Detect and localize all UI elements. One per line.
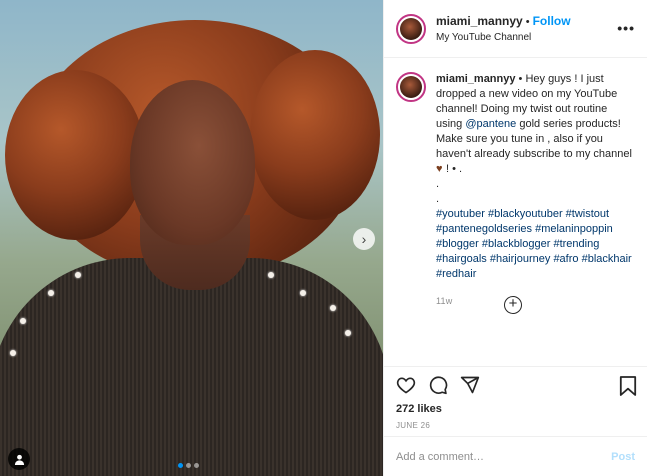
brown-heart-icon: ♥ [436, 163, 443, 175]
hair-shape-right [250, 50, 380, 220]
pearl [75, 272, 81, 278]
post-photo[interactable]: › [0, 0, 383, 476]
hashtag-link[interactable]: #blackblogger [482, 238, 551, 250]
post-side-panel: miami_mannyy • Follow My YouTube Channel •… [383, 0, 647, 476]
tagged-users-button[interactable] [8, 448, 30, 470]
caption-dot: . [436, 193, 440, 205]
hair-shape-left [5, 70, 145, 240]
pearl [10, 350, 16, 356]
header-username[interactable]: miami_mannyy [436, 14, 523, 28]
face-shape [130, 80, 255, 245]
caption-text: miami_mannyy • Hey guys ! I just dropped… [436, 72, 635, 282]
pearl [48, 290, 54, 296]
pearl [330, 305, 336, 311]
hashtag-link[interactable]: #melaninpoppin [535, 223, 613, 235]
hashtag-link[interactable]: #afro [553, 253, 578, 265]
hashtag-link[interactable]: #hairjourney [490, 253, 551, 265]
hashtag-link[interactable]: #blogger [436, 238, 479, 250]
chevron-right-icon: › [361, 231, 367, 247]
carousel-dot [194, 463, 199, 468]
post-viewer: › miami_mannyy • Follow My YouTube Channel… [0, 0, 647, 476]
hashtag-link[interactable]: #trending [553, 238, 599, 250]
comment-icon[interactable] [428, 375, 448, 395]
carousel-indicator [178, 463, 199, 468]
hashtags: #youtuber #blackyoutuber #twistout #pant… [436, 207, 635, 282]
comment-input[interactable] [396, 450, 596, 463]
shirt-shape [0, 258, 383, 476]
heart-icon[interactable] [396, 375, 416, 395]
separator-dot: • [525, 16, 530, 28]
post-age[interactable]: 11w [436, 296, 635, 306]
pearl [345, 330, 351, 336]
action-bar: 272 likes JUNE 26 [384, 366, 647, 436]
mention-link[interactable]: @pantene [465, 118, 516, 130]
pearl [300, 290, 306, 296]
comment-form: Post [384, 436, 647, 476]
post-date[interactable]: JUNE 26 [396, 421, 635, 430]
avatar[interactable] [396, 13, 426, 44]
caption-avatar[interactable] [396, 72, 426, 102]
follow-button[interactable]: Follow [533, 14, 571, 28]
hashtag-link[interactable]: #redhair [436, 268, 476, 280]
more-options-icon[interactable]: ••• [617, 20, 635, 36]
caption: miami_mannyy • Hey guys ! I just dropped… [396, 72, 635, 282]
post-header: miami_mannyy • Follow My YouTube Channel •… [384, 0, 647, 58]
hashtag-link[interactable]: #blackyoutuber [488, 208, 563, 220]
comments-section: miami_mannyy • Hey guys ! I just dropped… [384, 58, 647, 366]
bookmark-icon[interactable] [619, 376, 637, 396]
carousel-dot [178, 463, 183, 468]
hashtag-link[interactable]: #blackhair [582, 253, 632, 265]
pearl [20, 318, 26, 324]
hashtag-link[interactable]: #twistout [566, 208, 609, 220]
post-comment-button[interactable]: Post [611, 451, 635, 463]
hashtag-link[interactable]: #pantenegoldseries [436, 223, 532, 235]
hashtag-link[interactable]: #hairgoals [436, 253, 487, 265]
next-photo-button[interactable]: › [353, 228, 375, 250]
hashtag-link[interactable]: #youtuber [436, 208, 485, 220]
user-icon [14, 454, 24, 465]
carousel-dot [186, 463, 191, 468]
plus-circle-icon[interactable]: + [504, 296, 522, 314]
share-icon[interactable] [460, 375, 480, 395]
pearl [268, 272, 274, 278]
caption-body-3: ! • . [446, 163, 463, 175]
like-count[interactable]: 272 likes [396, 403, 635, 415]
location-subtitle[interactable]: My YouTube Channel [436, 32, 571, 43]
caption-username[interactable]: miami_mannyy [436, 73, 515, 85]
caption-dot: . [436, 178, 440, 190]
